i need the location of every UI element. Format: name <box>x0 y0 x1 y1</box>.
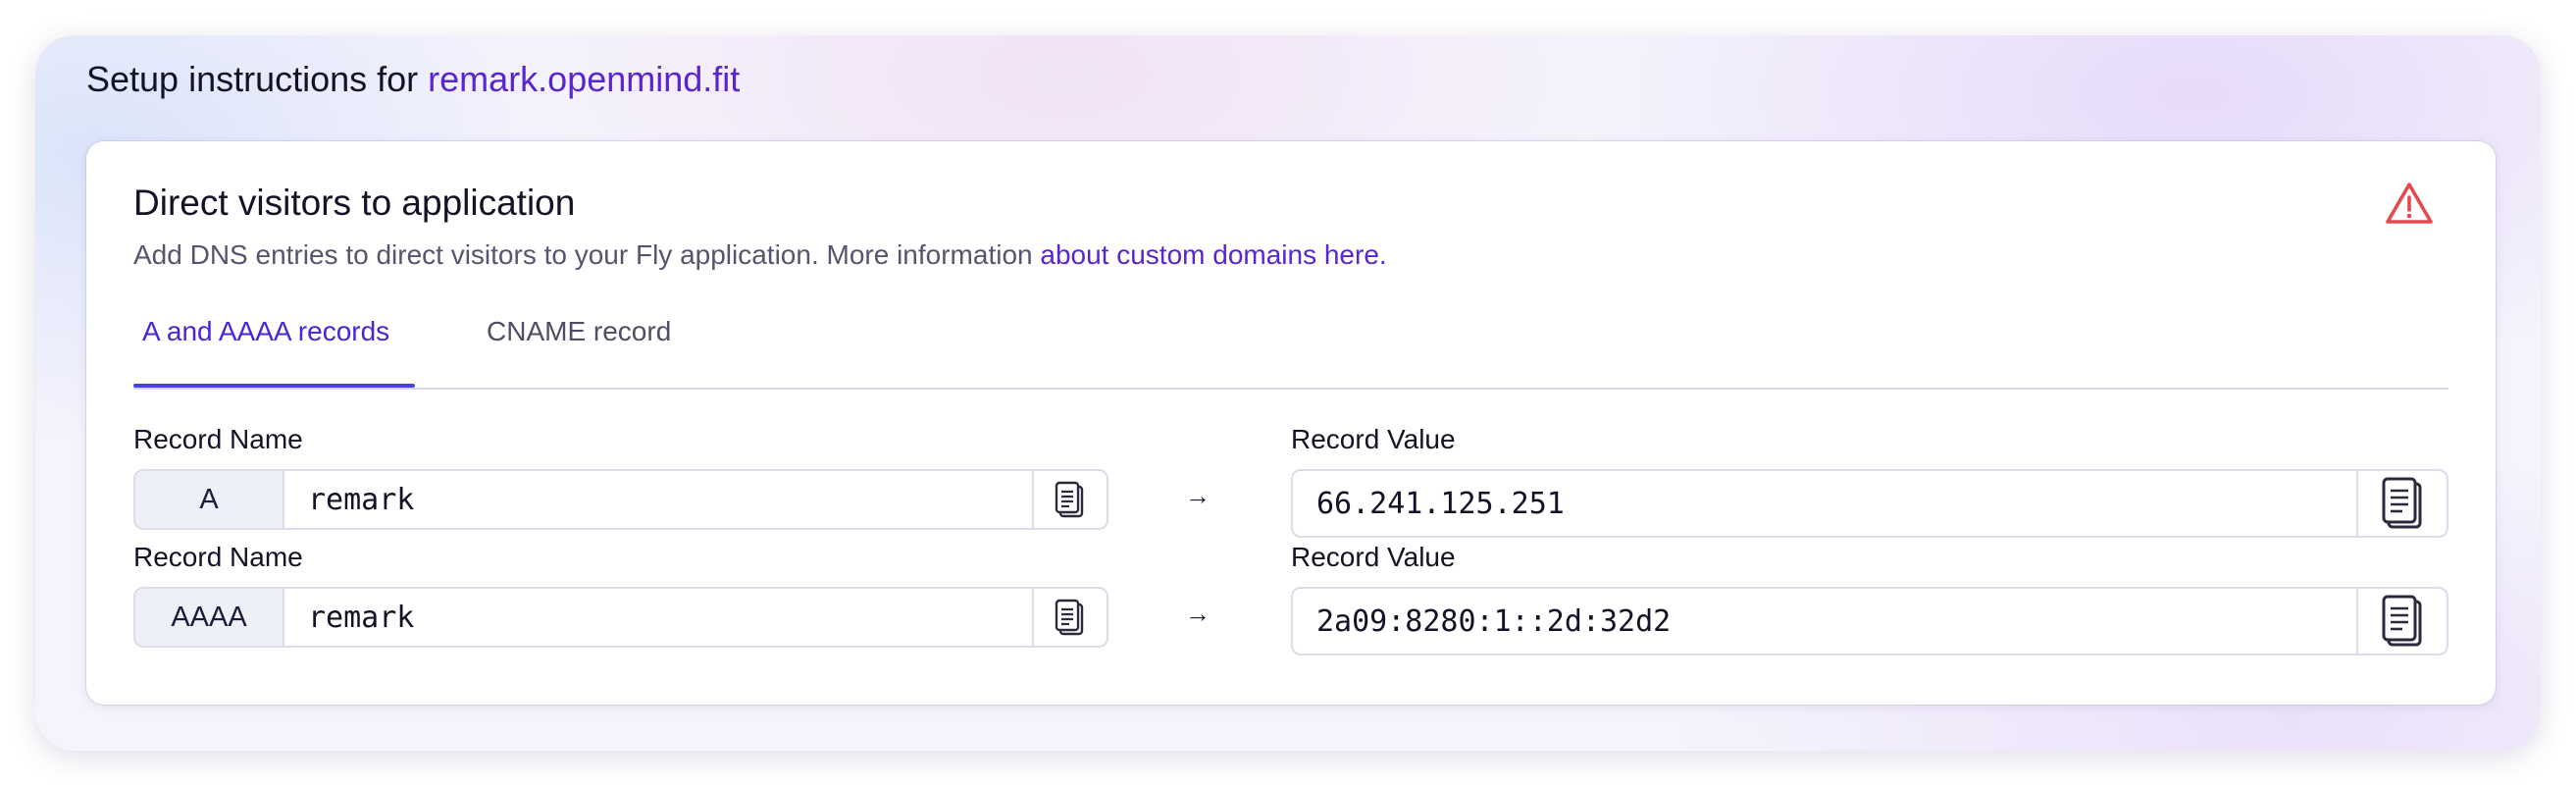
card-description: Add DNS entries to direct visitors to yo… <box>133 239 1387 271</box>
copy-icon <box>2382 477 2422 529</box>
arrow-right-icon: → <box>1185 481 1211 510</box>
copy-icon <box>2382 595 2422 647</box>
copy-icon <box>1055 599 1084 636</box>
record-name-field: AAAA remark <box>133 587 1108 648</box>
tab-a-and-aaaa-records[interactable]: A and AAAA records <box>142 316 389 347</box>
domain-name: remark.openmind.fit <box>428 59 741 99</box>
tab-cname-record[interactable]: CNAME record <box>487 316 671 347</box>
copy-icon <box>1055 481 1084 518</box>
record-name-label: Record Name <box>133 542 303 572</box>
custom-domains-link[interactable]: about custom domains here. <box>1040 239 1386 270</box>
record-value-label: Record Value <box>1291 542 1456 572</box>
record-value[interactable]: 66.241.125.251 <box>1316 471 1565 536</box>
copy-record-name-button[interactable] <box>1032 589 1107 646</box>
record-name-value[interactable]: remark <box>308 471 414 528</box>
warning-triangle-icon <box>2386 183 2433 224</box>
arrow-right-icon: → <box>1185 599 1211 628</box>
copy-record-value-button[interactable] <box>2356 471 2447 536</box>
record-name-value[interactable]: remark <box>308 589 414 646</box>
record-type: AAAA <box>135 589 284 646</box>
record-name-field: A remark <box>133 469 1108 530</box>
card-description-text: Add DNS entries to direct visitors to yo… <box>133 239 1041 270</box>
page-title-prefix: Setup instructions for <box>86 59 429 99</box>
card-title: Direct visitors to application <box>133 183 576 223</box>
tabs-divider <box>133 388 2448 390</box>
copy-record-value-button[interactable] <box>2356 589 2447 654</box>
record-value[interactable]: 2a09:8280:1::2d:32d2 <box>1316 589 1671 654</box>
page-title: Setup instructions for remark.openmind.f… <box>86 59 740 100</box>
record-value-field: 66.241.125.251 <box>1291 469 2448 538</box>
copy-record-name-button[interactable] <box>1032 471 1107 528</box>
active-tab-indicator <box>133 384 415 388</box>
record-value-field: 2a09:8280:1::2d:32d2 <box>1291 587 2448 656</box>
record-value-label: Record Value <box>1291 424 1456 454</box>
record-type: A <box>135 471 284 528</box>
record-name-label: Record Name <box>133 424 303 454</box>
